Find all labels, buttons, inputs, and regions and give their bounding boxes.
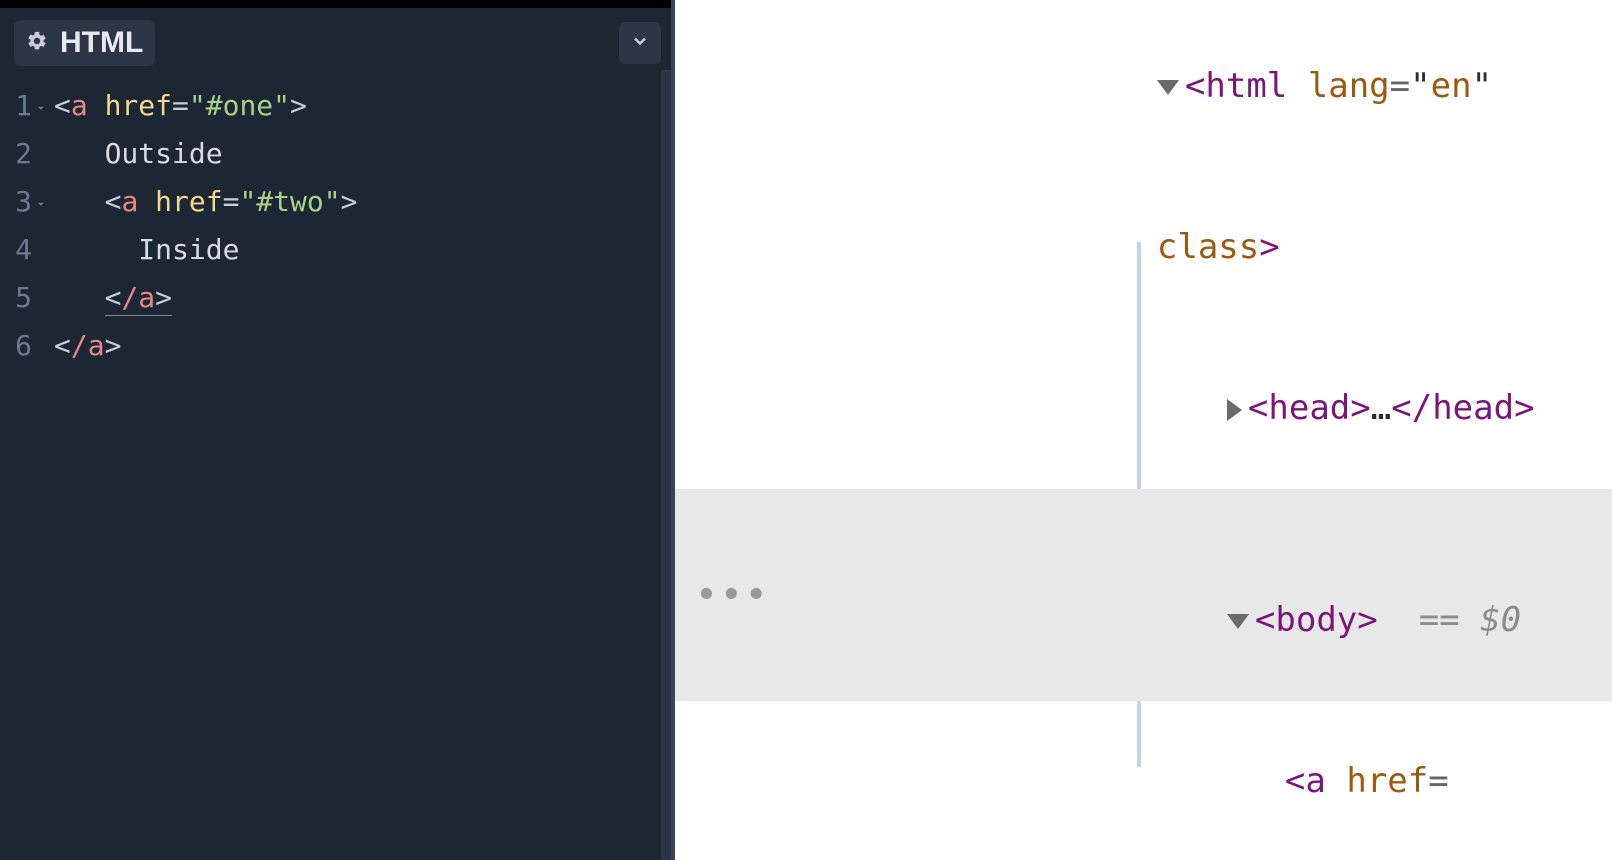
dom-node-body-selected[interactable]: ••• <body> == $0 xyxy=(675,489,1612,701)
editor-header: HTML xyxy=(0,8,675,78)
disclosure-open-icon[interactable] xyxy=(1227,614,1249,629)
chevron-down-icon xyxy=(630,31,650,55)
code-line[interactable]: <a href="#one"> xyxy=(54,82,675,130)
gear-icon[interactable] xyxy=(26,30,48,56)
gutter-line: 6 xyxy=(0,322,54,370)
code-line[interactable]: Outside xyxy=(54,130,675,178)
line-gutter: 123456 xyxy=(0,78,54,860)
panel-collapse-button[interactable] xyxy=(619,22,661,64)
gutter-line: 4 xyxy=(0,226,54,274)
dom-node-a-one-open[interactable]: <a href= xyxy=(675,701,1612,860)
disclosure-closed-icon[interactable] xyxy=(1227,399,1242,421)
gutter-line: 3 xyxy=(0,178,54,226)
gutter-line: 5 xyxy=(0,274,54,322)
fold-caret-icon[interactable] xyxy=(34,178,48,226)
code-lines[interactable]: <a href="#one"> Outside <a href="#two"> … xyxy=(54,78,675,860)
code-line[interactable]: </a> xyxy=(54,274,675,322)
devtools-elements-panel: <html lang="en" class> <head>…</head> ••… xyxy=(675,0,1612,860)
gutter-line: 1 xyxy=(0,82,54,130)
dom-node-html-cont[interactable]: class> xyxy=(675,167,1612,328)
dom-node-html[interactable]: <html lang="en" xyxy=(675,6,1612,167)
dom-node-head[interactable]: <head>…</head> xyxy=(675,328,1612,489)
code-body: 123456 <a href="#one"> Outside <a href="… xyxy=(0,78,675,860)
code-line[interactable]: <a href="#two"> xyxy=(54,178,675,226)
code-line[interactable]: </a> xyxy=(54,322,675,370)
panel-title: HTML xyxy=(60,26,143,60)
disclosure-open-icon[interactable] xyxy=(1157,80,1179,95)
code-line[interactable]: Inside xyxy=(54,226,675,274)
panel-title-box[interactable]: HTML xyxy=(14,20,155,66)
more-actions-icon[interactable]: ••• xyxy=(695,567,770,624)
fold-caret-icon[interactable] xyxy=(34,82,48,130)
editor-top-bar xyxy=(0,0,675,8)
html-editor-panel: HTML 123456 <a href="#one"> Outside <a h… xyxy=(0,0,675,860)
gutter-line: 2 xyxy=(0,130,54,178)
